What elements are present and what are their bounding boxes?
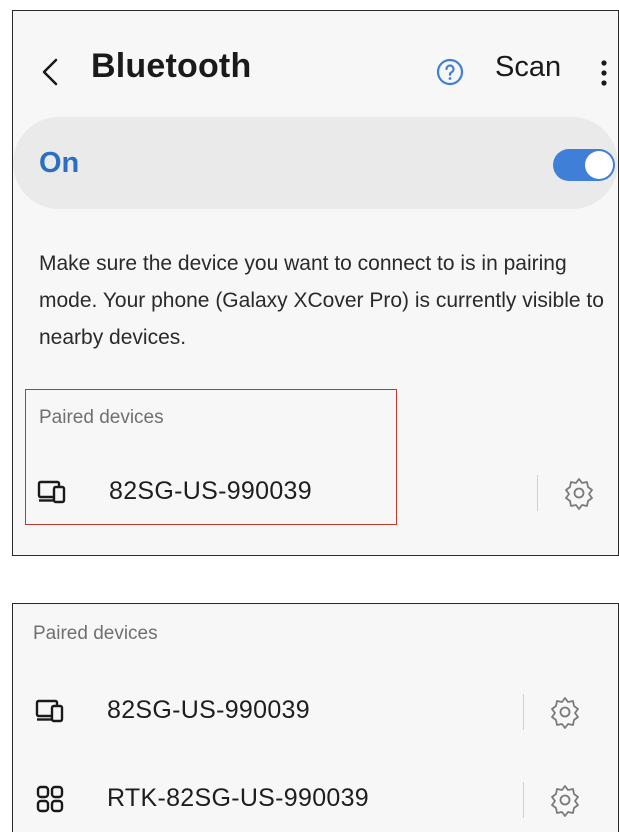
bluetooth-master-toggle-row[interactable]: On bbox=[13, 117, 618, 209]
page-title: Bluetooth bbox=[91, 47, 252, 85]
visibility-description: Make sure the device you want to connect… bbox=[39, 252, 604, 349]
bluetooth-toggle-switch[interactable] bbox=[553, 149, 615, 181]
device-settings-button[interactable] bbox=[545, 780, 585, 820]
scan-button[interactable]: Scan bbox=[495, 51, 561, 84]
switch-knob bbox=[585, 151, 613, 179]
row-divider bbox=[523, 782, 524, 818]
paired-device-row[interactable]: RTK-82SG-US-990039 bbox=[13, 770, 618, 830]
bluetooth-settings-panel: Bluetooth Scan On Make sure the device y… bbox=[12, 10, 619, 556]
more-options-button[interactable] bbox=[593, 51, 615, 95]
gear-icon bbox=[565, 478, 593, 510]
toggle-state-label: On bbox=[39, 147, 80, 179]
app-header: Bluetooth Scan bbox=[13, 11, 618, 121]
device-name: 82SG-US-990039 bbox=[107, 696, 310, 724]
device-name: RTK-82SG-US-990039 bbox=[107, 784, 370, 812]
device-settings-button[interactable] bbox=[545, 692, 585, 732]
help-circle-icon bbox=[436, 58, 464, 86]
device-settings-button[interactable] bbox=[559, 473, 599, 513]
paired-devices-header: Paired devices bbox=[33, 623, 158, 644]
grid-device-icon bbox=[33, 782, 67, 816]
row-divider bbox=[537, 475, 538, 511]
more-vertical-icon bbox=[601, 60, 607, 86]
chevron-left-icon bbox=[42, 58, 58, 86]
help-button[interactable] bbox=[433, 55, 467, 89]
back-button[interactable] bbox=[33, 51, 67, 93]
paired-device-row[interactable]: 82SG-US-990039 bbox=[13, 682, 618, 742]
computer-device-icon bbox=[33, 694, 67, 728]
paired-devices-highlight bbox=[25, 389, 397, 525]
row-divider bbox=[523, 694, 524, 730]
paired-devices-panel: Paired devices 82SG-US-990039 RTK-82SG-U… bbox=[12, 603, 619, 832]
gear-icon bbox=[551, 697, 579, 729]
gear-icon bbox=[551, 785, 579, 817]
